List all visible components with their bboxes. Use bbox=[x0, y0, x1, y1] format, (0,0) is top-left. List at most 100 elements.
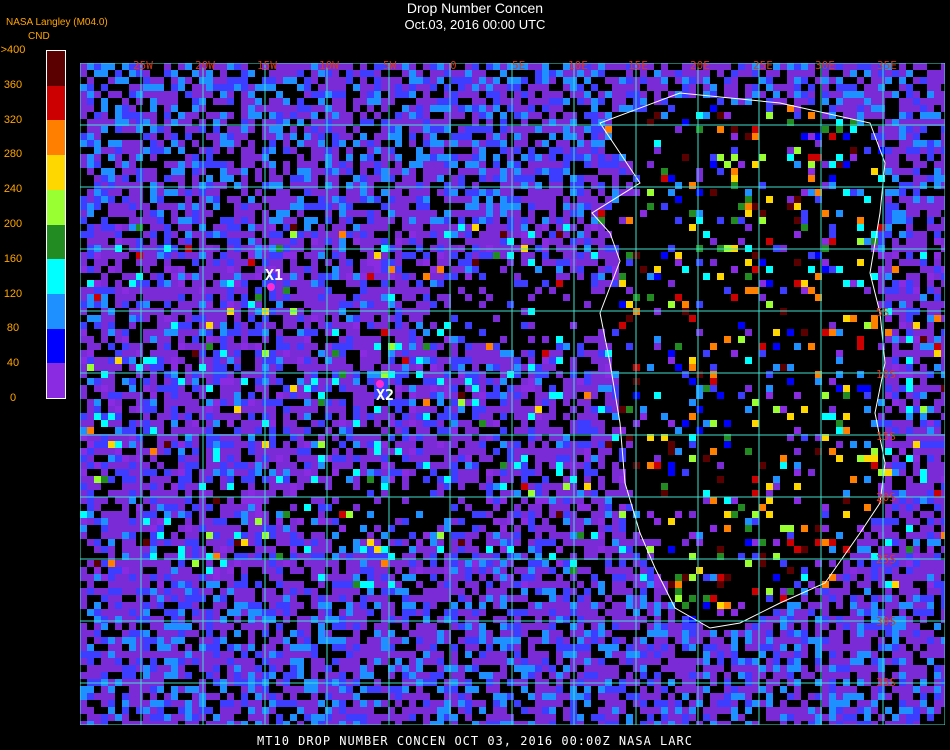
cloud-pixel bbox=[304, 294, 311, 301]
cloud-pixel bbox=[507, 98, 514, 105]
cloud-pixel bbox=[598, 483, 605, 490]
cloud-pixel bbox=[899, 469, 906, 476]
cloud-pixel bbox=[255, 497, 262, 504]
cloud-pixel bbox=[339, 399, 346, 406]
cloud-pixel bbox=[745, 210, 752, 217]
cloud-pixel bbox=[514, 161, 521, 168]
cloud-pixel bbox=[549, 238, 556, 245]
cloud-pixel bbox=[255, 462, 262, 469]
cloud-pixel bbox=[241, 112, 248, 119]
cloud-pixel bbox=[717, 98, 724, 105]
cloud-pixel bbox=[332, 231, 339, 238]
cloud-pixel bbox=[794, 546, 801, 553]
cloud-pixel bbox=[409, 455, 416, 462]
cloud-pixel bbox=[822, 259, 829, 266]
cloud-pixel bbox=[850, 441, 857, 448]
cloud-pixel bbox=[164, 392, 171, 399]
cloud-pixel bbox=[682, 420, 689, 427]
cloud-pixel bbox=[521, 259, 528, 266]
cloud-pixel bbox=[143, 525, 150, 532]
cloud-pixel bbox=[297, 287, 304, 294]
cloud-pixel bbox=[304, 469, 311, 476]
cloud-pixel bbox=[374, 350, 381, 357]
cloud-pixel bbox=[941, 238, 945, 245]
cloud-pixel bbox=[101, 168, 108, 175]
cloud-pixel bbox=[458, 105, 465, 112]
cloud-pixel bbox=[332, 420, 339, 427]
cloud-pixel bbox=[605, 392, 612, 399]
cloud-pixel bbox=[192, 105, 199, 112]
cloud-pixel bbox=[605, 546, 612, 553]
cloud-pixel bbox=[710, 497, 717, 504]
cloud-pixel bbox=[507, 217, 514, 224]
cloud-pixel bbox=[528, 448, 535, 455]
cloud-pixel bbox=[514, 455, 521, 462]
cloud-pixel bbox=[276, 287, 283, 294]
cloud-pixel bbox=[892, 350, 899, 357]
cloud-pixel bbox=[94, 497, 101, 504]
cloud-pixel bbox=[381, 329, 388, 336]
cloud-pixel bbox=[486, 392, 493, 399]
cloud-pixel bbox=[927, 469, 934, 476]
cloud-pixel bbox=[136, 189, 143, 196]
cloud-pixel bbox=[927, 147, 934, 154]
cloud-pixel bbox=[304, 441, 311, 448]
cloud-pixel bbox=[269, 378, 276, 385]
cloud-pixel bbox=[437, 399, 444, 406]
cloud-pixel bbox=[94, 315, 101, 322]
cloud-pixel bbox=[542, 455, 549, 462]
cloud-pixel bbox=[227, 140, 234, 147]
cloud-pixel bbox=[465, 70, 472, 77]
cloud-pixel bbox=[528, 483, 535, 490]
cloud-pixel bbox=[528, 350, 535, 357]
cloud-pixel bbox=[710, 105, 717, 112]
cloud-pixel bbox=[409, 413, 416, 420]
cloud-pixel bbox=[318, 203, 325, 210]
cloud-pixel bbox=[122, 196, 129, 203]
cloud-pixel bbox=[248, 112, 255, 119]
cloud-pixel bbox=[255, 511, 262, 518]
cloud-pixel bbox=[367, 105, 374, 112]
cloud-pixel bbox=[486, 476, 493, 483]
cloud-pixel bbox=[122, 427, 129, 434]
cloud-pixel bbox=[934, 497, 941, 504]
cloud-pixel bbox=[451, 441, 458, 448]
cloud-pixel bbox=[654, 112, 661, 119]
cloud-pixel bbox=[934, 560, 941, 567]
cloud-pixel bbox=[458, 392, 465, 399]
cloud-pixel bbox=[339, 322, 346, 329]
cloud-pixel bbox=[752, 91, 759, 98]
cloud-pixel bbox=[395, 364, 402, 371]
cloud-pixel bbox=[437, 448, 444, 455]
cloud-pixel bbox=[920, 343, 927, 350]
cloud-pixel bbox=[507, 301, 514, 308]
cloud-pixel bbox=[563, 483, 570, 490]
cloud-pixel bbox=[206, 266, 213, 273]
cloud-pixel bbox=[836, 371, 843, 378]
cloud-pixel bbox=[598, 161, 605, 168]
cloud-pixel bbox=[794, 427, 801, 434]
cloud-pixel bbox=[780, 455, 787, 462]
colorbar-tick-label: >400 bbox=[0, 44, 26, 56]
cloud-pixel bbox=[808, 70, 815, 77]
cloud-pixel bbox=[318, 511, 325, 518]
cloud-pixel bbox=[710, 189, 717, 196]
cloud-pixel bbox=[178, 546, 185, 553]
cloud-pixel bbox=[290, 175, 297, 182]
cloud-pixel bbox=[248, 238, 255, 245]
cloud-pixel bbox=[465, 259, 472, 266]
cloud-pixel bbox=[325, 427, 332, 434]
cloud-pixel bbox=[500, 98, 507, 105]
cloud-pixel bbox=[311, 63, 318, 70]
cloud-pixel bbox=[395, 161, 402, 168]
cloud-pixel bbox=[108, 77, 115, 84]
cloud-pixel bbox=[115, 392, 122, 399]
cloud-pixel bbox=[934, 399, 941, 406]
cloud-pixel bbox=[332, 273, 339, 280]
cloud-pixel bbox=[563, 490, 570, 497]
cloud-pixel bbox=[556, 546, 563, 553]
cloud-pixel bbox=[276, 539, 283, 546]
cloud-pixel bbox=[108, 168, 115, 175]
cloud-pixel bbox=[346, 448, 353, 455]
cloud-pixel bbox=[311, 280, 318, 287]
